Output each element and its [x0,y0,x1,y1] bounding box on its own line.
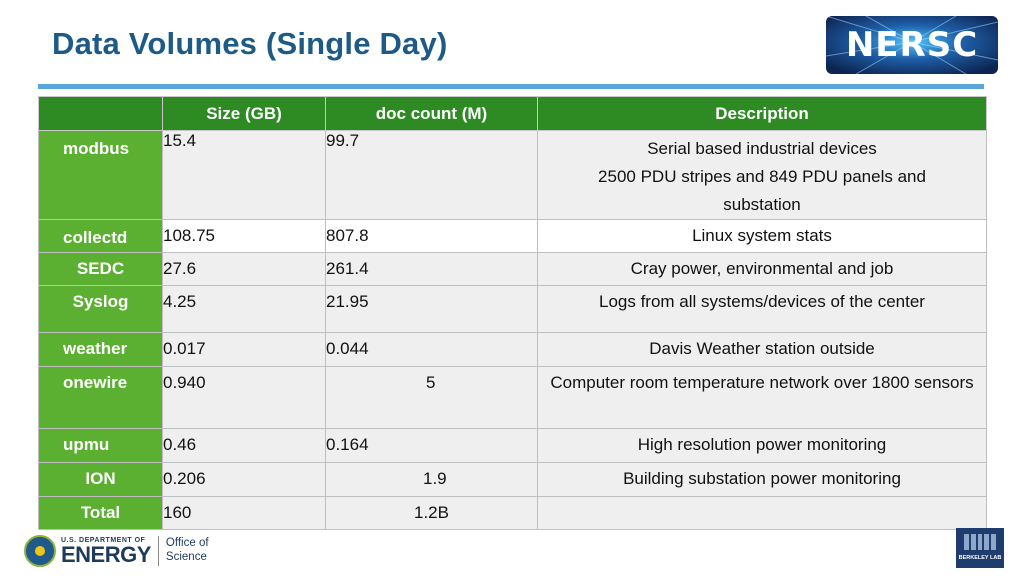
size-cell: 27.6 [162,252,326,286]
footer-divider [157,536,159,566]
doe-logo: U.S. DEPARTMENT OF ENERGY Office of Scie… [24,534,209,568]
count-cell: 807.8 [325,219,538,253]
table-row: weather 0.017 0.044 Davis Weather statio… [38,332,987,367]
size-cell: 0.206 [162,462,326,497]
size-cell: 0.46 [162,428,326,463]
row-label: collectd [38,219,163,253]
count-cell: 5 [325,366,538,429]
berkeley-lab-text: BERKELEY LAB [958,555,1002,561]
description-cell: Serial based industrial devices 2500 PDU… [537,130,987,220]
description-line: 2500 PDU stripes and 849 PDU panels and … [598,167,926,214]
slide-title: Data Volumes (Single Day) [52,26,448,61]
size-cell: 0.940 [162,366,326,429]
row-label: weather [38,332,163,367]
row-label: ION [38,462,163,497]
berkeley-lab-logo: BERKELEY LAB [956,528,1004,568]
size-cell: 108.75 [162,219,326,253]
nersc-logo: NERSC [826,16,998,74]
description-cell: Linux system stats [537,219,987,253]
table-row: onewire 0.940 5 Computer room temperatur… [38,366,987,429]
size-cell: 0.017 [162,332,326,367]
description-cell: Davis Weather station outside [537,332,987,367]
description-cell: Logs from all systems/devices of the cen… [537,285,987,333]
row-label: SEDC [38,252,163,286]
doe-energy-text: ENERGY [61,541,151,567]
table-row: ION 0.206 1.9 Building substation power … [38,462,987,497]
description-line: Serial based industrial devices [647,139,877,158]
size-cell: 4.25 [162,285,326,333]
table-row: modbus 15.4 99.7 Serial based industrial… [38,130,987,220]
description-cell: Building substation power monitoring [537,462,987,497]
header-corner [38,96,163,131]
title-divider [38,84,984,89]
header-size: Size (GB) [162,96,326,131]
count-cell: 1.9 [325,462,538,497]
description-cell: High resolution power monitoring [537,428,987,463]
description-cell: Cray power, environmental and job [537,252,987,286]
table-row: SEDC 27.6 261.4 Cray power, environmenta… [38,252,987,286]
count-cell: 0.164 [325,428,538,463]
berkeley-lab-icon [964,534,996,550]
table-header-row: Size (GB) doc count (M) Description [38,96,987,131]
size-cell: 160 [162,496,326,530]
science-text: Science [165,551,207,563]
row-label: modbus [38,130,163,220]
table-row: upmu 0.46 0.164 High resolution power mo… [38,428,987,463]
row-label: Total [38,496,163,530]
table-row: Syslog 4.25 21.95 Logs from all systems/… [38,285,987,333]
header-description: Description [537,96,987,131]
data-volumes-table: Size (GB) doc count (M) Description modb… [38,96,987,530]
nersc-logo-text: NERSC [845,25,979,65]
count-cell: 1.2B [325,496,538,530]
row-label: onewire [38,366,163,429]
description-cell [537,496,987,530]
doe-seal-icon [24,535,56,567]
row-label: Syslog [38,285,163,333]
count-cell: 21.95 [325,285,538,333]
header-doc-count: doc count (M) [325,96,538,131]
table-row: Total 160 1.2B [38,496,987,530]
office-of-text: Office of [165,537,209,550]
count-cell: 99.7 [325,130,538,220]
size-cell: 15.4 [162,130,326,220]
count-cell: 0.044 [325,332,538,367]
table-row: collectd 108.75 807.8 Linux system stats [38,219,987,253]
row-label: upmu [38,428,163,463]
description-cell: Computer room temperature network over 1… [537,366,987,429]
count-cell: 261.4 [325,252,538,286]
